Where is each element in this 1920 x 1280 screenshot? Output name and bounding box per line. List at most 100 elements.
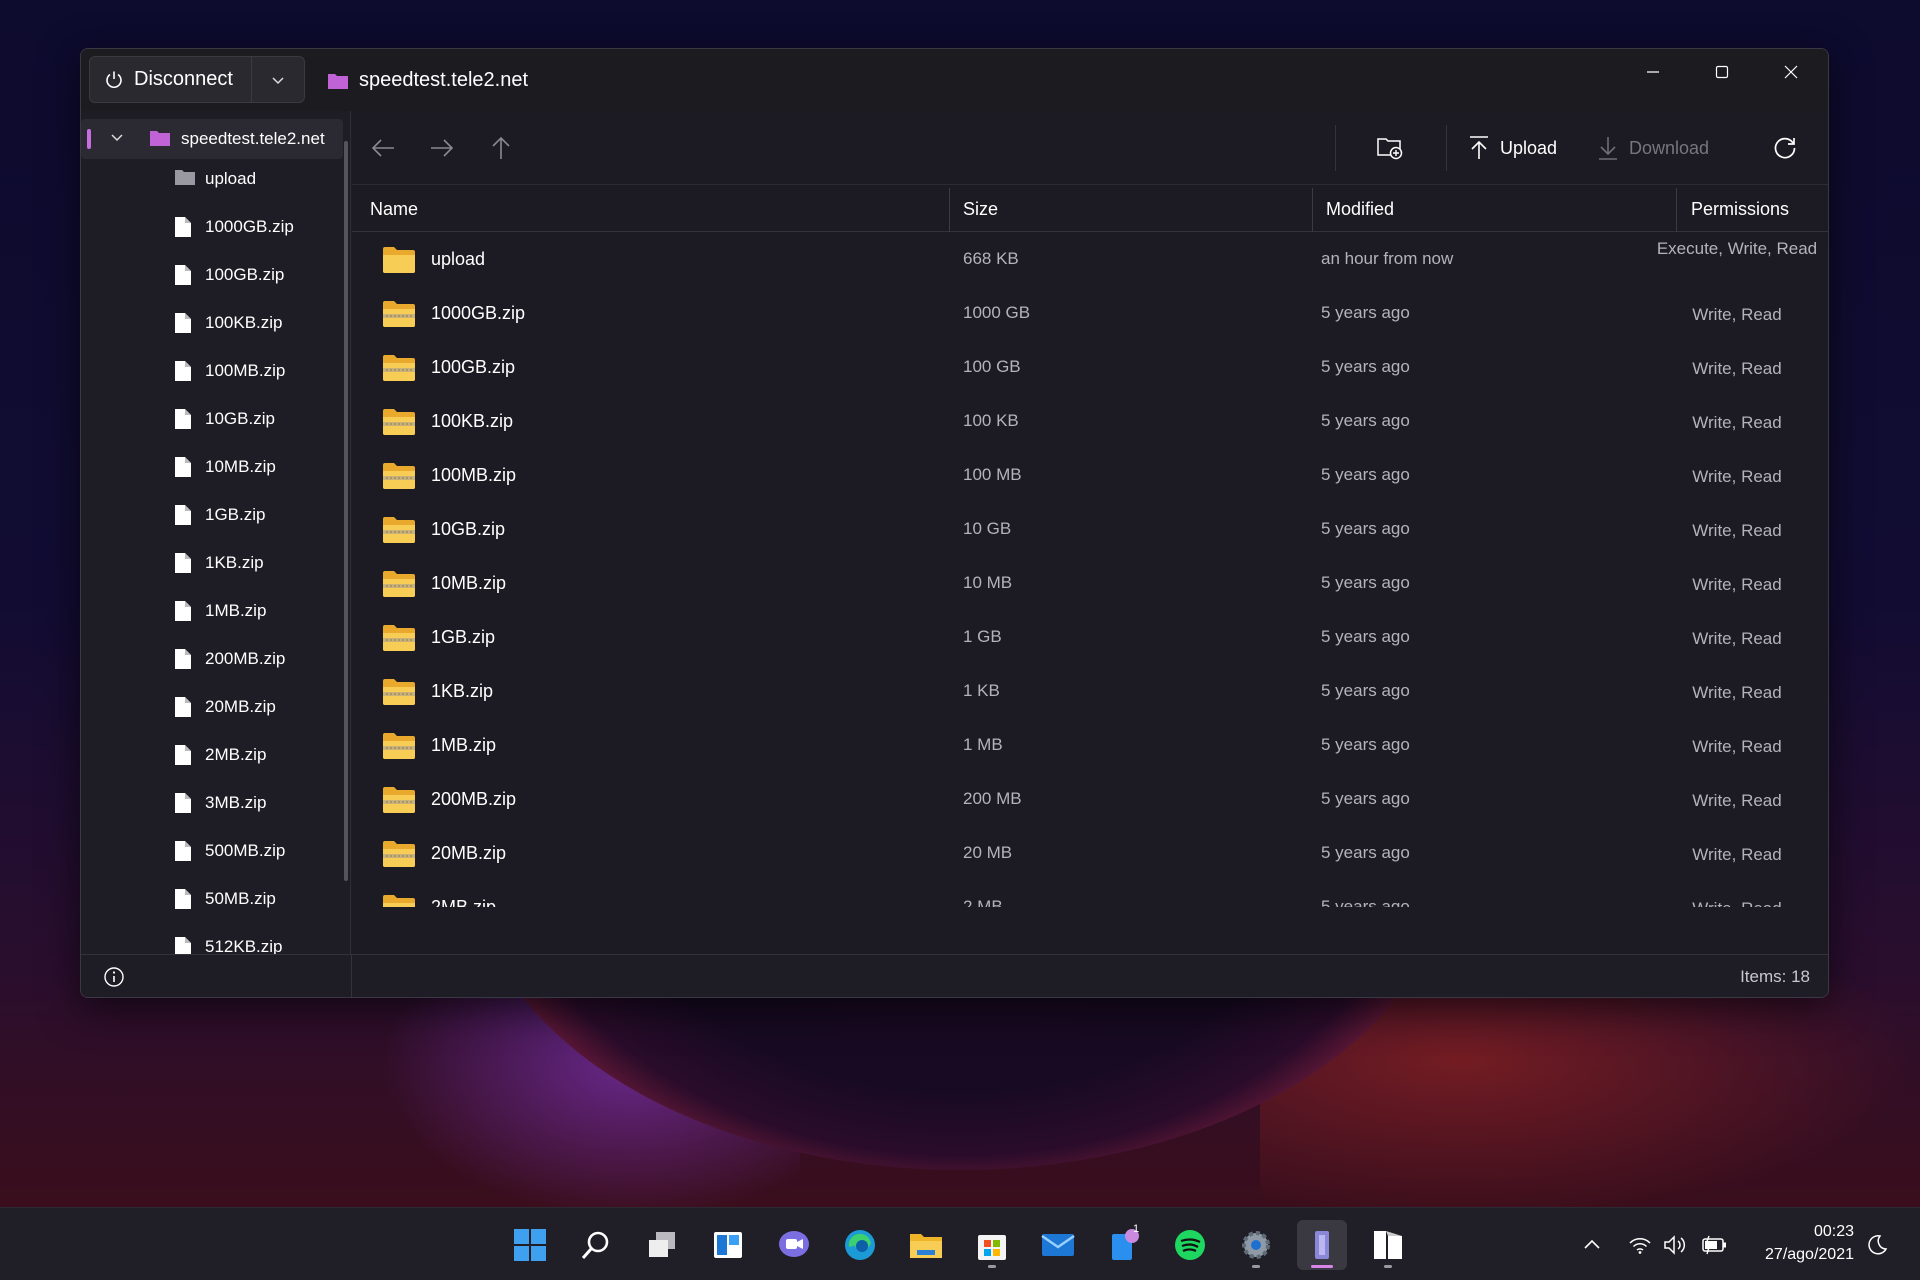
file-icon — [175, 265, 191, 285]
tree-item[interactable]: 2MB.zip — [81, 735, 343, 775]
file-list-pane: Upload Download Name Size Modified Permi… — [352, 111, 1828, 954]
table-row[interactable]: 100KB.zip 100 KB 5 years ago Write, Read — [352, 395, 1828, 449]
tree-item[interactable]: 200MB.zip — [81, 639, 343, 679]
tree-item[interactable]: upload — [81, 159, 343, 199]
tree-item-label: 1000GB.zip — [205, 217, 294, 236]
up-button[interactable] — [490, 128, 512, 168]
clock[interactable]: 00:23 27/ago/2021 — [1765, 1220, 1854, 1266]
file-icon — [174, 360, 192, 387]
arrow-right-icon — [431, 139, 454, 157]
file-icon — [175, 313, 191, 333]
tree-item[interactable]: 3MB.zip — [81, 783, 343, 823]
column-divider[interactable] — [1312, 188, 1313, 232]
column-permissions[interactable]: Permissions — [1691, 186, 1789, 232]
cell-name: 2MB.zip — [431, 897, 497, 907]
download-icon — [1599, 137, 1617, 160]
table-row[interactable]: 1GB.zip 1 GB 5 years ago Write, Read — [352, 611, 1828, 665]
close-button[interactable] — [1757, 49, 1825, 95]
tree-item[interactable]: 50MB.zip — [81, 879, 343, 919]
tree-root-item[interactable]: speedtest.tele2.net — [81, 119, 343, 159]
chevron-down-icon[interactable] — [109, 131, 125, 145]
table-row[interactable]: 1KB.zip 1 KB 5 years ago Write, Read — [352, 665, 1828, 719]
zip-folder-icon — [382, 516, 416, 549]
minimize-button[interactable] — [1619, 49, 1687, 95]
column-divider[interactable] — [1676, 188, 1677, 232]
clock-date: 27/ago/2021 — [1765, 1246, 1854, 1263]
table-row[interactable]: 1MB.zip 1 MB 5 years ago Write, Read — [352, 719, 1828, 773]
taskbar-app-widgets[interactable] — [703, 1220, 753, 1270]
taskbar-app-task-view[interactable] — [637, 1220, 687, 1270]
taskbar-app-start[interactable] — [505, 1220, 555, 1270]
store-icon — [975, 1228, 1009, 1262]
table-row[interactable]: upload 668 KB an hour from now Execute, Wri… — [352, 233, 1828, 287]
back-button[interactable] — [370, 128, 396, 168]
running-indicator — [988, 1265, 996, 1268]
tree-item-label: 1KB.zip — [205, 553, 264, 572]
tray-overflow-button[interactable] — [1582, 1208, 1602, 1280]
network-button[interactable] — [1628, 1208, 1652, 1280]
cell-permissions: Write, Read — [1692, 737, 1782, 756]
tree-item[interactable]: 1KB.zip — [81, 543, 343, 583]
tree-item[interactable]: 512KB.zip — [81, 927, 343, 954]
refresh-button[interactable] — [1772, 128, 1798, 168]
status-bar: Items: 18 — [81, 954, 1828, 997]
tree-item[interactable]: 10GB.zip — [81, 399, 343, 439]
column-name[interactable]: Name — [370, 186, 418, 232]
tree-item[interactable]: 100GB.zip — [81, 255, 343, 295]
tree-item[interactable]: 100KB.zip — [81, 303, 343, 343]
table-row[interactable]: 10MB.zip 10 MB 5 years ago Write, Read — [352, 557, 1828, 611]
forward-button[interactable] — [429, 128, 455, 168]
connection-dropdown-button[interactable] — [252, 57, 304, 102]
column-size[interactable]: Size — [963, 186, 998, 232]
sidebar-scrollbar[interactable] — [344, 141, 348, 881]
cell-size: 200 MB — [963, 789, 1022, 808]
column-divider[interactable] — [949, 188, 950, 232]
column-modified[interactable]: Modified — [1326, 186, 1394, 232]
taskbar-app-file-explorer[interactable] — [901, 1220, 951, 1270]
file-icon — [175, 217, 191, 237]
table-row[interactable]: 10GB.zip 10 GB 5 years ago Write, Read — [352, 503, 1828, 557]
cell-modified: 5 years ago — [1321, 519, 1410, 538]
taskbar-app-edge[interactable] — [835, 1220, 885, 1270]
cell-modified: 5 years ago — [1321, 465, 1410, 484]
tree-item[interactable]: 1MB.zip — [81, 591, 343, 631]
taskbar-app-search[interactable] — [571, 1220, 621, 1270]
tree-item[interactable]: 500MB.zip — [81, 831, 343, 871]
file-icon — [175, 457, 191, 477]
disconnect-button[interactable]: Disconnect — [90, 57, 253, 102]
taskbar-app-files-app[interactable] — [1297, 1220, 1347, 1270]
taskbar-app-settings[interactable] — [1231, 1220, 1281, 1270]
new-folder-button[interactable] — [1376, 128, 1404, 168]
taskbar-app-chat[interactable] — [769, 1220, 819, 1270]
tree-item[interactable]: 1GB.zip — [81, 495, 343, 535]
table-row[interactable]: 20MB.zip 20 MB 5 years ago Write, Read — [352, 827, 1828, 881]
cell-size: 100 KB — [963, 411, 1019, 430]
volume-button[interactable] — [1662, 1208, 1688, 1280]
tree-item-label: 10MB.zip — [205, 457, 276, 476]
info-icon[interactable] — [103, 966, 125, 988]
download-button[interactable]: Download — [1597, 128, 1709, 168]
taskbar-app-snipping[interactable] — [1363, 1220, 1413, 1270]
taskbar-app-spotify[interactable] — [1165, 1220, 1215, 1270]
tree-item[interactable]: 20MB.zip — [81, 687, 343, 727]
table-row[interactable]: 2MB.zip 2 MB 5 years ago Write, Read — [352, 881, 1828, 907]
table-row[interactable]: 200MB.zip 200 MB 5 years ago Write, Read — [352, 773, 1828, 827]
tree-item[interactable]: 1000GB.zip — [81, 207, 343, 247]
table-row[interactable]: 100MB.zip 100 MB 5 years ago Write, Read — [352, 449, 1828, 503]
upload-button[interactable]: Upload — [1468, 128, 1557, 168]
table-row[interactable]: 1000GB.zip 1000 GB 5 years ago Write, Read — [352, 287, 1828, 341]
table-row[interactable]: 100GB.zip 100 GB 5 years ago Write, Read — [352, 341, 1828, 395]
chevron-up-icon — [1584, 1239, 1600, 1249]
toolbar: Upload Download — [352, 111, 1828, 185]
taskbar-app-store[interactable] — [967, 1220, 1017, 1270]
taskbar-app-mail[interactable] — [1033, 1220, 1083, 1270]
maximize-button[interactable] — [1688, 49, 1756, 95]
tree-item[interactable]: 10MB.zip — [81, 447, 343, 487]
tree-item-label: 50MB.zip — [205, 889, 276, 908]
taskbar-app-phone[interactable]: 1 — [1099, 1220, 1149, 1270]
tree-item[interactable]: 100MB.zip — [81, 351, 343, 391]
cell-permissions: Write, Read — [1692, 521, 1782, 540]
focus-assist-button[interactable] — [1866, 1208, 1888, 1280]
battery-button[interactable] — [1700, 1208, 1728, 1280]
file-icon — [175, 793, 191, 813]
